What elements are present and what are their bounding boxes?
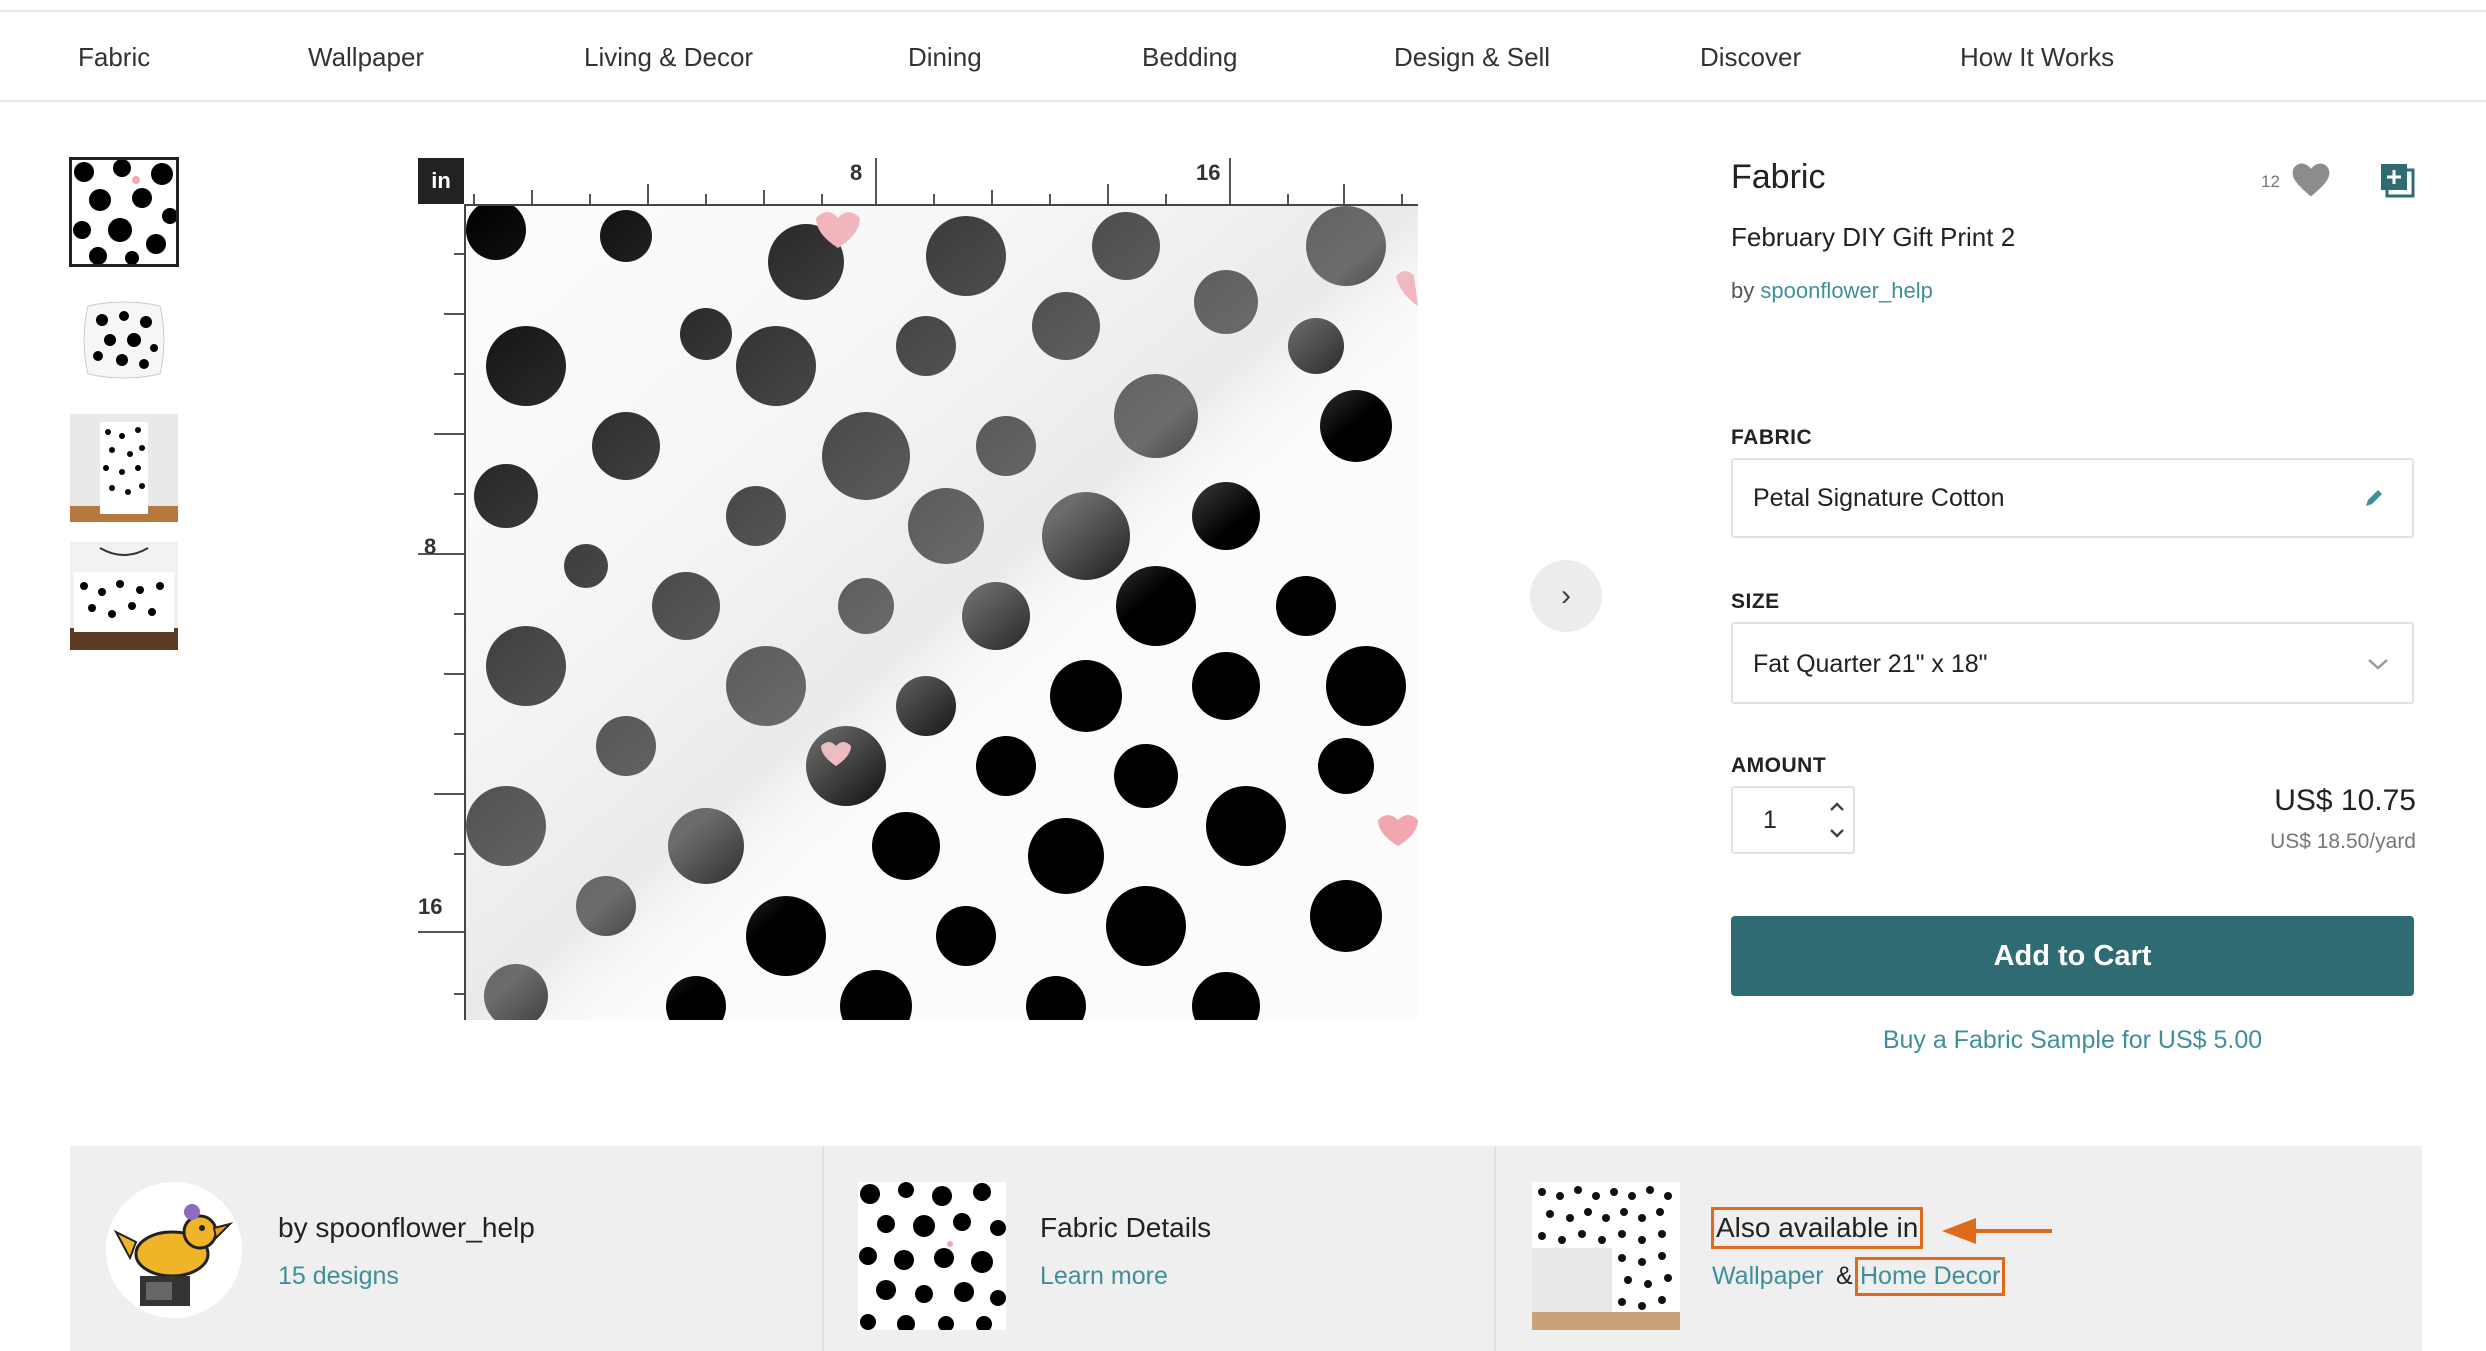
also-available-thumbnail xyxy=(1532,1182,1680,1330)
buy-sample-link[interactable]: Buy a Fabric Sample for US$ 5.00 xyxy=(1731,1026,2414,1055)
next-image-button[interactable]: › xyxy=(1530,560,1602,632)
ruler-top-ticks xyxy=(473,158,1403,204)
ruler-top-label-16: 16 xyxy=(1196,160,1221,185)
amount-label: AMOUNT xyxy=(1731,754,1827,777)
wallpaper-link[interactable]: Wallpaper xyxy=(1712,1262,1824,1291)
unit-price: US$ 18.50/yard xyxy=(2270,830,2416,853)
thumbnail-pillow[interactable] xyxy=(70,286,178,394)
nav-item-bedding[interactable]: Bedding xyxy=(1142,42,1237,73)
heart-icon[interactable] xyxy=(2289,158,2333,202)
chevron-down-icon xyxy=(2368,659,2388,670)
ruler-top: 8 16 xyxy=(464,158,1418,206)
fabric-value: Petal Signature Cotton xyxy=(1753,484,2005,512)
fabric-pattern-image xyxy=(466,206,1418,1020)
pillow-thumbnail-image xyxy=(70,286,178,394)
divider xyxy=(822,1146,824,1351)
fabric-label: FABRIC xyxy=(1731,426,1813,449)
designer-link[interactable]: spoonflower_help xyxy=(1760,278,1932,303)
fabric-details-title: Fabric Details xyxy=(1040,1212,1212,1243)
product-name: February DIY Gift Print 2 xyxy=(1731,222,2016,252)
size-label: SIZE xyxy=(1731,590,1780,613)
chevron-down-small-icon[interactable] xyxy=(1825,822,1849,844)
by-prefix: by xyxy=(1731,278,1755,303)
nav-item-how-it-works[interactable]: How It Works xyxy=(1960,42,2114,73)
product-type: Fabric xyxy=(1731,158,1826,196)
thumbnail-swatch[interactable] xyxy=(69,157,179,267)
ruler-left-label-16: 16 xyxy=(418,894,443,919)
designer-avatar[interactable] xyxy=(106,1182,242,1318)
divider xyxy=(1494,1146,1496,1351)
ruler-unit-label[interactable]: in xyxy=(418,158,464,204)
price: US$ 10.75 xyxy=(2274,784,2416,817)
size-value: Fat Quarter 21" x 18" xyxy=(1753,650,1988,678)
favorite-count: 12 xyxy=(2261,172,2280,191)
ruler-top-label-8: 8 xyxy=(850,160,863,185)
product-image-viewer: in 8 16 8 16 xyxy=(418,158,1418,1020)
annotation-arrow-icon xyxy=(1942,1218,2052,1244)
nav-item-discover[interactable]: Discover xyxy=(1700,42,1801,73)
thumbnail-curtain[interactable] xyxy=(70,414,178,522)
fabric-selector[interactable]: Petal Signature Cotton xyxy=(1731,458,2414,538)
bird-logo-icon xyxy=(106,1182,242,1318)
nav-item-design-sell[interactable]: Design & Sell xyxy=(1394,42,1550,73)
size-select[interactable]: Fat Quarter 21" x 18" xyxy=(1731,622,2414,704)
ruler-left: 8 16 xyxy=(418,204,466,1020)
nav-item-dining[interactable]: Dining xyxy=(908,42,982,73)
polka-dot-fabric-image xyxy=(466,206,1418,1020)
amount-stepper[interactable]: 1 xyxy=(1731,786,1855,854)
swatch-thumbnail-image xyxy=(70,158,178,266)
also-available-title: Also available in xyxy=(1710,1207,1924,1249)
main-nav: Fabric Wallpaper Living & Decor Dining B… xyxy=(0,12,2486,102)
chevron-up-icon[interactable] xyxy=(1825,796,1849,818)
chevron-right-icon: › xyxy=(1561,579,1571,612)
nav-item-living-decor[interactable]: Living & Decor xyxy=(584,42,753,73)
thumbnail-bedding[interactable] xyxy=(70,542,178,650)
designs-count-link[interactable]: 15 designs xyxy=(278,1262,399,1291)
ruler-left-label-8: 8 xyxy=(424,534,437,559)
bedding-thumbnail-image xyxy=(70,542,178,650)
nav-item-wallpaper[interactable]: Wallpaper xyxy=(308,42,424,73)
ampersand: & xyxy=(1836,1262,1853,1290)
product-info-bar: by spoonflower_help 15 designs Fabric De… xyxy=(70,1146,2422,1351)
fabric-details-thumbnail xyxy=(858,1182,1006,1330)
add-to-cart-button[interactable]: Add to Cart xyxy=(1731,916,2414,996)
top-border xyxy=(0,0,2486,12)
amount-value: 1 xyxy=(1763,806,1777,834)
home-decor-link[interactable]: Home Decor xyxy=(1854,1257,2006,1296)
pencil-icon xyxy=(2366,490,2382,506)
add-to-collection-icon[interactable] xyxy=(2379,162,2415,198)
curtain-thumbnail-image xyxy=(70,414,178,522)
learn-more-link[interactable]: Learn more xyxy=(1040,1262,1168,1291)
designer-title: by spoonflower_help xyxy=(278,1212,535,1243)
designer-byline: by spoonflower_help xyxy=(1731,278,1933,304)
fabric-details-image xyxy=(858,1182,1006,1330)
wallpaper-room-image xyxy=(1532,1182,1680,1330)
nav-item-fabric[interactable]: Fabric xyxy=(78,42,150,73)
